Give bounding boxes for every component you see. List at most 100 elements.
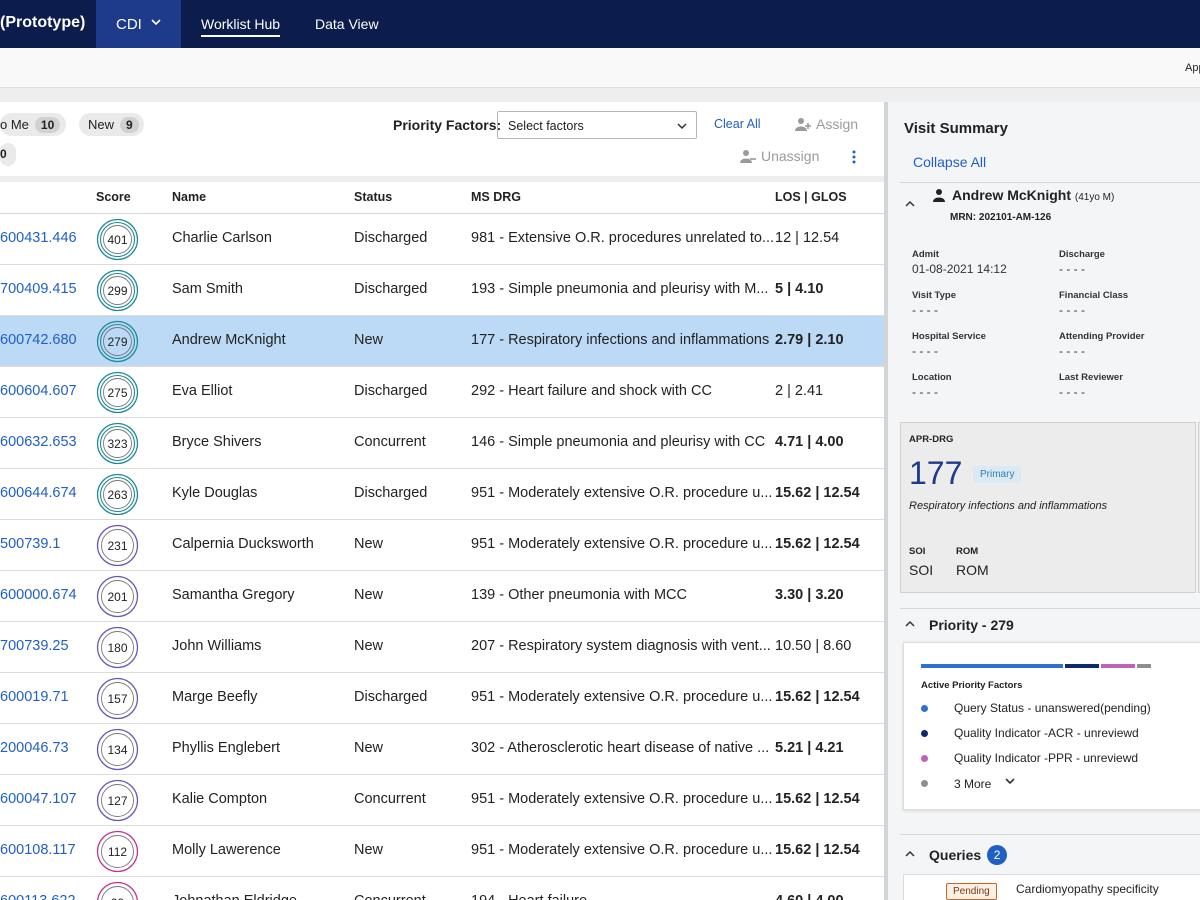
ms-drg-cell: 951 - Moderately extensive O.R. procedur… xyxy=(471,842,773,858)
app-menu[interactable]: App xyxy=(1185,62,1200,74)
los-glos-cell: 15.62 | 12.54 xyxy=(775,536,860,552)
priority-bar-segment xyxy=(1065,664,1099,668)
visit-id-link[interactable]: 600019.71 xyxy=(0,689,69,705)
status-cell: Discharged xyxy=(354,383,428,399)
table-row[interactable]: 700409.415 299 Sam Smith Discharged 193 - Si… xyxy=(0,265,884,316)
chevron-up-icon[interactable] xyxy=(904,198,916,210)
priority-bar-segment xyxy=(1101,664,1135,668)
visit-id-link[interactable]: 600047.107 xyxy=(0,791,77,807)
score-value: 157 xyxy=(107,692,128,706)
field-value: 01-08-2021 14:12 xyxy=(912,262,1007,276)
assign-user-icon xyxy=(795,118,811,131)
query-title: Cardiomyopathy specificity xyxy=(1016,882,1159,896)
ms-drg-cell: 951 - Moderately extensive O.R. procedur… xyxy=(471,485,773,501)
apr-drg-description: Respiratory infections and inflammations xyxy=(909,500,1108,512)
table-row[interactable]: 700739.25 180 John Williams New 207 - Respir… xyxy=(0,622,884,673)
clear-all-link[interactable]: Clear All xyxy=(714,117,761,131)
visit-id-link[interactable]: 500739.1 xyxy=(0,536,60,552)
visit-id-link[interactable]: 600000.674 xyxy=(0,587,77,603)
table-row[interactable]: 200046.73 134 Phyllis Englebert New 302 - At… xyxy=(0,724,884,775)
table-header: Score Name Status MS DRG LOS | GLOS xyxy=(0,182,884,214)
query-item[interactable]: Pending Cardiomyopathy specificity xyxy=(903,874,1200,900)
soi-label: SOI xyxy=(909,546,926,557)
table-row[interactable]: 600113.622 99 Johnathan Eldridge Concurrent… xyxy=(0,877,884,900)
field-label: Location xyxy=(912,372,952,383)
table-row[interactable]: 600632.653 323 Bryce Shivers Concurrent 146 … xyxy=(0,418,884,469)
table-row[interactable]: 600742.680 279 Andrew McKnight New 177 - Res… xyxy=(0,316,884,367)
visit-id-link[interactable]: 600108.117 xyxy=(0,842,76,858)
score-value: 263 xyxy=(107,488,128,502)
priority-factor-item: Quality Indicator -ACR - unreviewd xyxy=(954,726,1139,740)
los-glos-cell: 15.62 | 12.54 xyxy=(775,689,860,705)
unassign-user-icon xyxy=(740,150,756,163)
filter-chip-new[interactable]: New 9 xyxy=(79,113,144,136)
patient-name-cell: Marge Beefly xyxy=(172,689,258,705)
status-cell: Discharged xyxy=(354,230,428,246)
patient-name-cell: Andrew McKnight xyxy=(172,332,286,348)
status-cell: New xyxy=(354,332,384,348)
unassign-button[interactable]: Unassign xyxy=(740,148,819,164)
more-factors-link[interactable]: 3 More xyxy=(954,777,991,791)
module-dropdown[interactable]: CDI xyxy=(96,0,181,48)
assign-button[interactable]: Assign xyxy=(795,116,858,132)
column-header-ms-drg[interactable]: MS DRG xyxy=(471,190,521,204)
filter-chip-assigned-to-me[interactable]: o Me 10 xyxy=(0,113,66,136)
priority-factors-select[interactable]: Select factors xyxy=(497,111,697,139)
factor-dot xyxy=(921,730,928,737)
ms-drg-cell: 951 - Moderately extensive O.R. procedur… xyxy=(471,791,773,807)
factor-dot xyxy=(921,780,928,787)
table-row[interactable]: 600047.107 127 Kalie Compton Concurrent 951 … xyxy=(0,775,884,826)
ms-drg-cell: 302 - Atherosclerotic heart disease of n… xyxy=(471,740,770,756)
score-ring: 401 xyxy=(96,218,139,261)
nav-worklist-hub[interactable]: Worklist Hub xyxy=(201,16,281,37)
visit-id-link[interactable]: 600604.607 xyxy=(0,383,77,399)
chip-count: 0 xyxy=(0,147,7,161)
visit-id-link[interactable]: 600431.446 xyxy=(0,230,77,246)
visit-id-link[interactable]: 600742.680 xyxy=(0,332,77,348)
visit-id-link[interactable]: 600113.622 xyxy=(0,893,76,900)
score-value: 299 xyxy=(107,284,128,298)
column-header-los-glos[interactable]: LOS | GLOS xyxy=(775,190,847,204)
table-row[interactable]: 500739.1 231 Calpernia Ducksworth New 951 - … xyxy=(0,520,884,571)
divider xyxy=(900,834,1200,835)
patient-name-cell: Sam Smith xyxy=(172,281,243,297)
chevron-up-icon[interactable] xyxy=(904,618,916,630)
visit-id-link[interactable]: 600644.674 xyxy=(0,485,77,501)
los-glos-cell: 4.71 | 4.00 xyxy=(775,434,844,450)
table-row[interactable]: 600604.607 275 Eva Elliot Discharged 292 - H… xyxy=(0,367,884,418)
score-value: 134 xyxy=(107,743,128,757)
visit-summary-title: Visit Summary xyxy=(904,120,1008,137)
los-glos-cell: 5.21 | 4.21 xyxy=(775,740,844,756)
visit-id-link[interactable]: 600632.653 xyxy=(0,434,77,450)
patient-name-cell: Charlie Carlson xyxy=(172,230,272,246)
chevron-down-icon[interactable] xyxy=(1004,775,1016,787)
column-header-score[interactable]: Score xyxy=(96,190,131,204)
field-label: Hospital Service xyxy=(912,331,986,342)
patient-name-cell: Kyle Douglas xyxy=(172,485,258,501)
table-row[interactable]: 600431.446 401 Charlie Carlson Discharged 98… xyxy=(0,214,884,265)
table-row[interactable]: 600019.71 157 Marge Beefly Discharged 951 - … xyxy=(0,673,884,724)
score-ring: 299 xyxy=(96,269,139,312)
table-row[interactable]: 600000.674 201 Samantha Gregory New 139 - Ot… xyxy=(0,571,884,622)
status-cell: Discharged xyxy=(354,689,428,705)
nav-data-view[interactable]: Data View xyxy=(315,16,379,32)
patient-name-cell: Calpernia Ducksworth xyxy=(172,536,314,552)
visit-id-link[interactable]: 700409.415 xyxy=(0,281,77,297)
column-header-status[interactable]: Status xyxy=(354,190,392,204)
table-row[interactable]: 600644.674 263 Kyle Douglas Discharged 951 -… xyxy=(0,469,884,520)
divider xyxy=(900,182,1200,183)
visit-id-link[interactable]: 200046.73 xyxy=(0,740,69,756)
queries-count-badge: 2 xyxy=(987,845,1008,865)
filter-chip-other[interactable]: 0 xyxy=(0,143,16,166)
score-ring: 112 xyxy=(96,830,139,873)
patient-name-cell: John Williams xyxy=(172,638,262,654)
more-options-icon[interactable] xyxy=(850,149,858,165)
table-row[interactable]: 600108.117 112 Molly Lawerence New 951 - Mod… xyxy=(0,826,884,877)
collapse-all-link[interactable]: Collapse All xyxy=(913,154,986,170)
chevron-up-icon[interactable] xyxy=(904,848,916,860)
visit-id-link[interactable]: 700739.25 xyxy=(0,638,69,654)
score-value: 231 xyxy=(107,539,128,553)
column-header-name[interactable]: Name xyxy=(172,190,206,204)
priority-bar-segment xyxy=(921,664,1063,668)
score-ring: 180 xyxy=(96,626,139,669)
